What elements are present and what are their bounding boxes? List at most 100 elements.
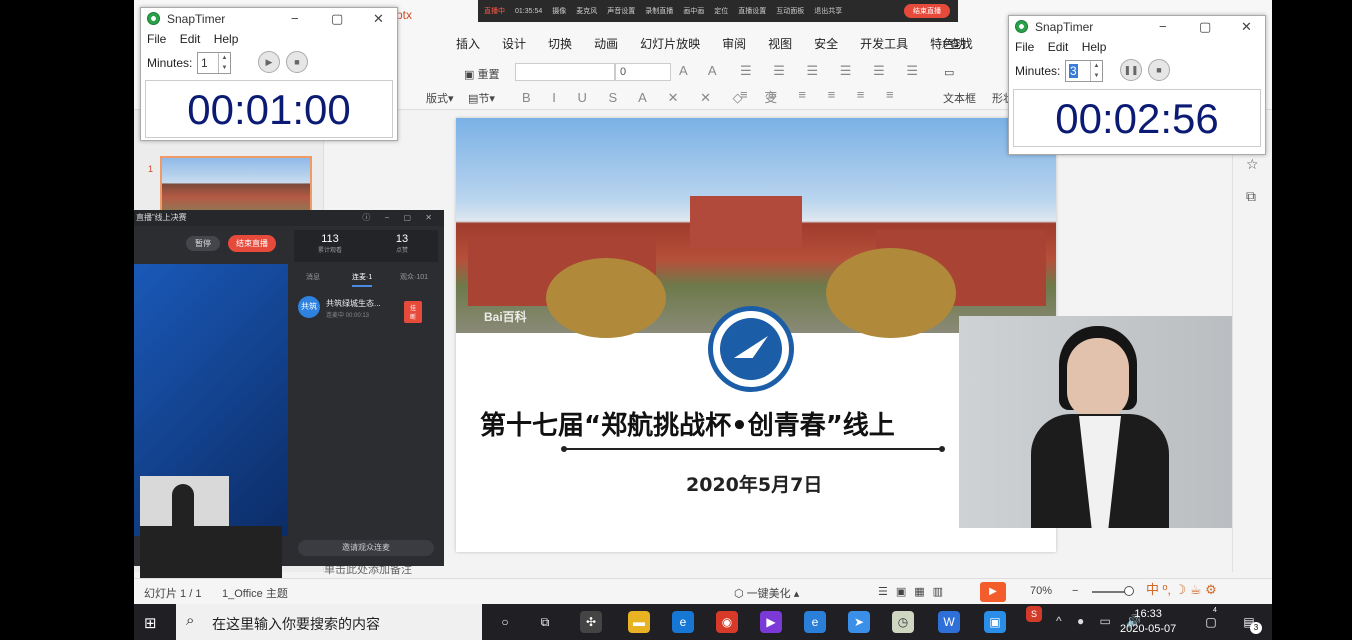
live-settings-button[interactable]: 直播设置 [738,6,766,16]
live-panel-tabs: 消息 连麦·1 观众·101 [294,268,438,288]
zoom-out-icon[interactable]: − [1072,585,1078,597]
elapsed-time: 01:35:54 [515,7,543,15]
netease-music-icon[interactable]: ◉ [716,611,738,633]
copy-icon[interactable]: ⧉ [1246,188,1256,205]
tab-security[interactable]: 安全 [803,34,849,54]
tab-messages[interactable]: 消息 [306,272,320,282]
search-icon: ⌕ [186,612,195,629]
font-grow-icons[interactable]: A A [679,63,726,78]
desktop-screen: ptx 开始 插入 设计 切换 动画 幻灯片放映 审阅 视图 安全 开发工具 特… [134,0,1272,640]
cortana-icon[interactable]: ○ [494,611,516,633]
hangup-button[interactable]: 挂断 [404,301,423,323]
live-end-button[interactable]: 结束直播 [904,4,950,18]
font-size-combo[interactable]: 0 [615,63,671,81]
slideshow-play-button[interactable]: ▶ [980,582,1006,602]
ribbon-search[interactable]: ⌕查找 [942,35,973,52]
menu-edit[interactable]: Edit [180,32,201,46]
beautify-button[interactable]: ⬡ 一键美化 ▴ [734,585,799,601]
minimize-icon[interactable]: − [291,11,299,26]
ie-icon[interactable]: e [804,611,826,633]
menu-file[interactable]: File [147,32,166,46]
tab-review[interactable]: 审阅 [711,34,757,54]
star-icon[interactable]: ☆ [1246,156,1259,173]
minutes-spinner[interactable]: ▲ ▼ [218,53,230,73]
minutes-input[interactable]: 1 ▲ ▼ [197,52,231,74]
live-interact-button[interactable]: 互动面板 [776,6,804,16]
tab-connected[interactable]: 连麦·1 [352,272,373,287]
reset-button[interactable]: ▣ 重置 [464,66,499,82]
tab-audience[interactable]: 观众·101 [400,272,428,282]
tab-developer[interactable]: 开发工具 [849,34,919,54]
live-mic-button[interactable]: 麦克风 [576,6,597,16]
zoom-level[interactable]: 70% [1030,585,1052,597]
live-preview-video [134,264,288,578]
tab-insert[interactable]: 插入 [445,34,491,54]
live-locate-button[interactable]: 定位 [714,6,728,16]
textbox-icon[interactable]: ▭ [944,66,954,79]
tab-transition[interactable]: 切换 [537,34,583,54]
tab-animation[interactable]: 动画 [583,34,629,54]
wps-icon[interactable]: W [938,611,960,633]
zoom-slider-track[interactable] [1092,591,1128,593]
stop-button[interactable]: ■ [1148,59,1170,81]
view-mode-icons[interactable]: ☰▣▦▥ [878,585,951,598]
slide-count: 幻灯片 1 / 1 [144,588,202,600]
live-panel-end-button[interactable]: 结束直播 [228,235,276,252]
live-record-button[interactable]: 录制直播 [645,6,673,16]
live-exit-share-button[interactable]: 退出共享 [814,6,842,16]
slide-thumbnail[interactable] [160,156,312,216]
live-sound-button[interactable]: 声音设置 [607,6,635,16]
maximize-icon[interactable]: ▢ [1199,19,1211,35]
tab-view[interactable]: 视图 [757,34,803,54]
media-player-icon[interactable]: ▶ [760,611,782,633]
invite-audience-button[interactable]: 邀请观众连麦 [298,540,434,556]
live-empty-slot [140,526,282,578]
play-button[interactable]: ▶ [258,51,280,73]
live-pip-button[interactable]: 画中画 [683,6,704,16]
file-explorer-icon[interactable]: ▬ [628,611,650,633]
minutes-spinner[interactable]: ▲ ▼ [1090,61,1102,81]
menu-edit[interactable]: Edit [1048,40,1069,54]
zoom-slider-knob[interactable] [1124,586,1134,596]
taskbar-search[interactable]: ⌕ 在这里输入你要搜索的内容 [176,604,482,640]
webcam-overlay [959,316,1243,528]
minutes-value: 1 [201,56,208,70]
stat-views: 113 累计观看 [294,233,366,254]
close-icon[interactable]: ✕ [1241,19,1252,35]
taskbar-clock[interactable]: 16:33 2020-05-07 [1120,607,1176,637]
menu-help[interactable]: Help [214,32,239,46]
live-guest-video [140,476,229,526]
align-icons[interactable]: ≡ ≡ ≡ ≡ ≡ ≡ [740,87,903,102]
feishu-icon[interactable]: ➤ [848,611,870,633]
paragraph-icons[interactable]: ☰ ☰ ☰ ☰ ☰ ☰ [740,63,927,79]
maximize-icon[interactable]: ▢ [331,11,343,27]
snaptimer-logo-icon [147,12,160,25]
layout-label: 版式 [426,93,448,105]
menu-help[interactable]: Help [1082,40,1107,54]
live-app-icon[interactable]: ▣ [984,611,1006,633]
stop-button[interactable]: ■ [286,51,308,73]
snaptimer-task-icon[interactable]: ◷ [892,611,914,633]
wps-tray-icon[interactable]: S [1026,606,1042,622]
live-pause-button[interactable]: 暂停 [186,236,220,251]
menu-file[interactable]: File [1015,40,1034,54]
ime-toolbar[interactable]: 中 º, ☽ ☕ ⚙ [1146,579,1217,598]
live-panel-window-controls[interactable]: ⓘ − ▢ ✕ [362,210,438,226]
task-view-icon[interactable]: ⧉ [534,611,556,633]
tab-slideshow[interactable]: 幻灯片放映 [629,34,711,54]
close-icon[interactable]: ✕ [373,11,384,27]
font-name-combo[interactable] [515,63,615,81]
snaptimer-window-left: SnapTimer − ▢ ✕ File Edit Help Minutes: … [140,7,398,141]
minutes-input[interactable]: 3 ▲ ▼ [1065,60,1103,82]
minimize-icon[interactable]: − [1159,19,1167,34]
app-pinwheel-icon[interactable]: ✣ [580,611,602,633]
layout-button[interactable]: 版式▾ [426,90,454,106]
edge-icon[interactable]: e [672,611,694,633]
connected-user-name: 共筑绿城生态... [326,299,381,308]
textbox-button[interactable]: 文本框 [943,90,976,106]
live-camera-button[interactable]: 摄像 [552,6,566,16]
pause-button[interactable]: ❚❚ [1120,59,1142,81]
windows-start-icon[interactable]: ⊞ [144,614,157,632]
tab-design[interactable]: 设计 [491,34,537,54]
section-button[interactable]: ▤节▾ [468,90,495,106]
